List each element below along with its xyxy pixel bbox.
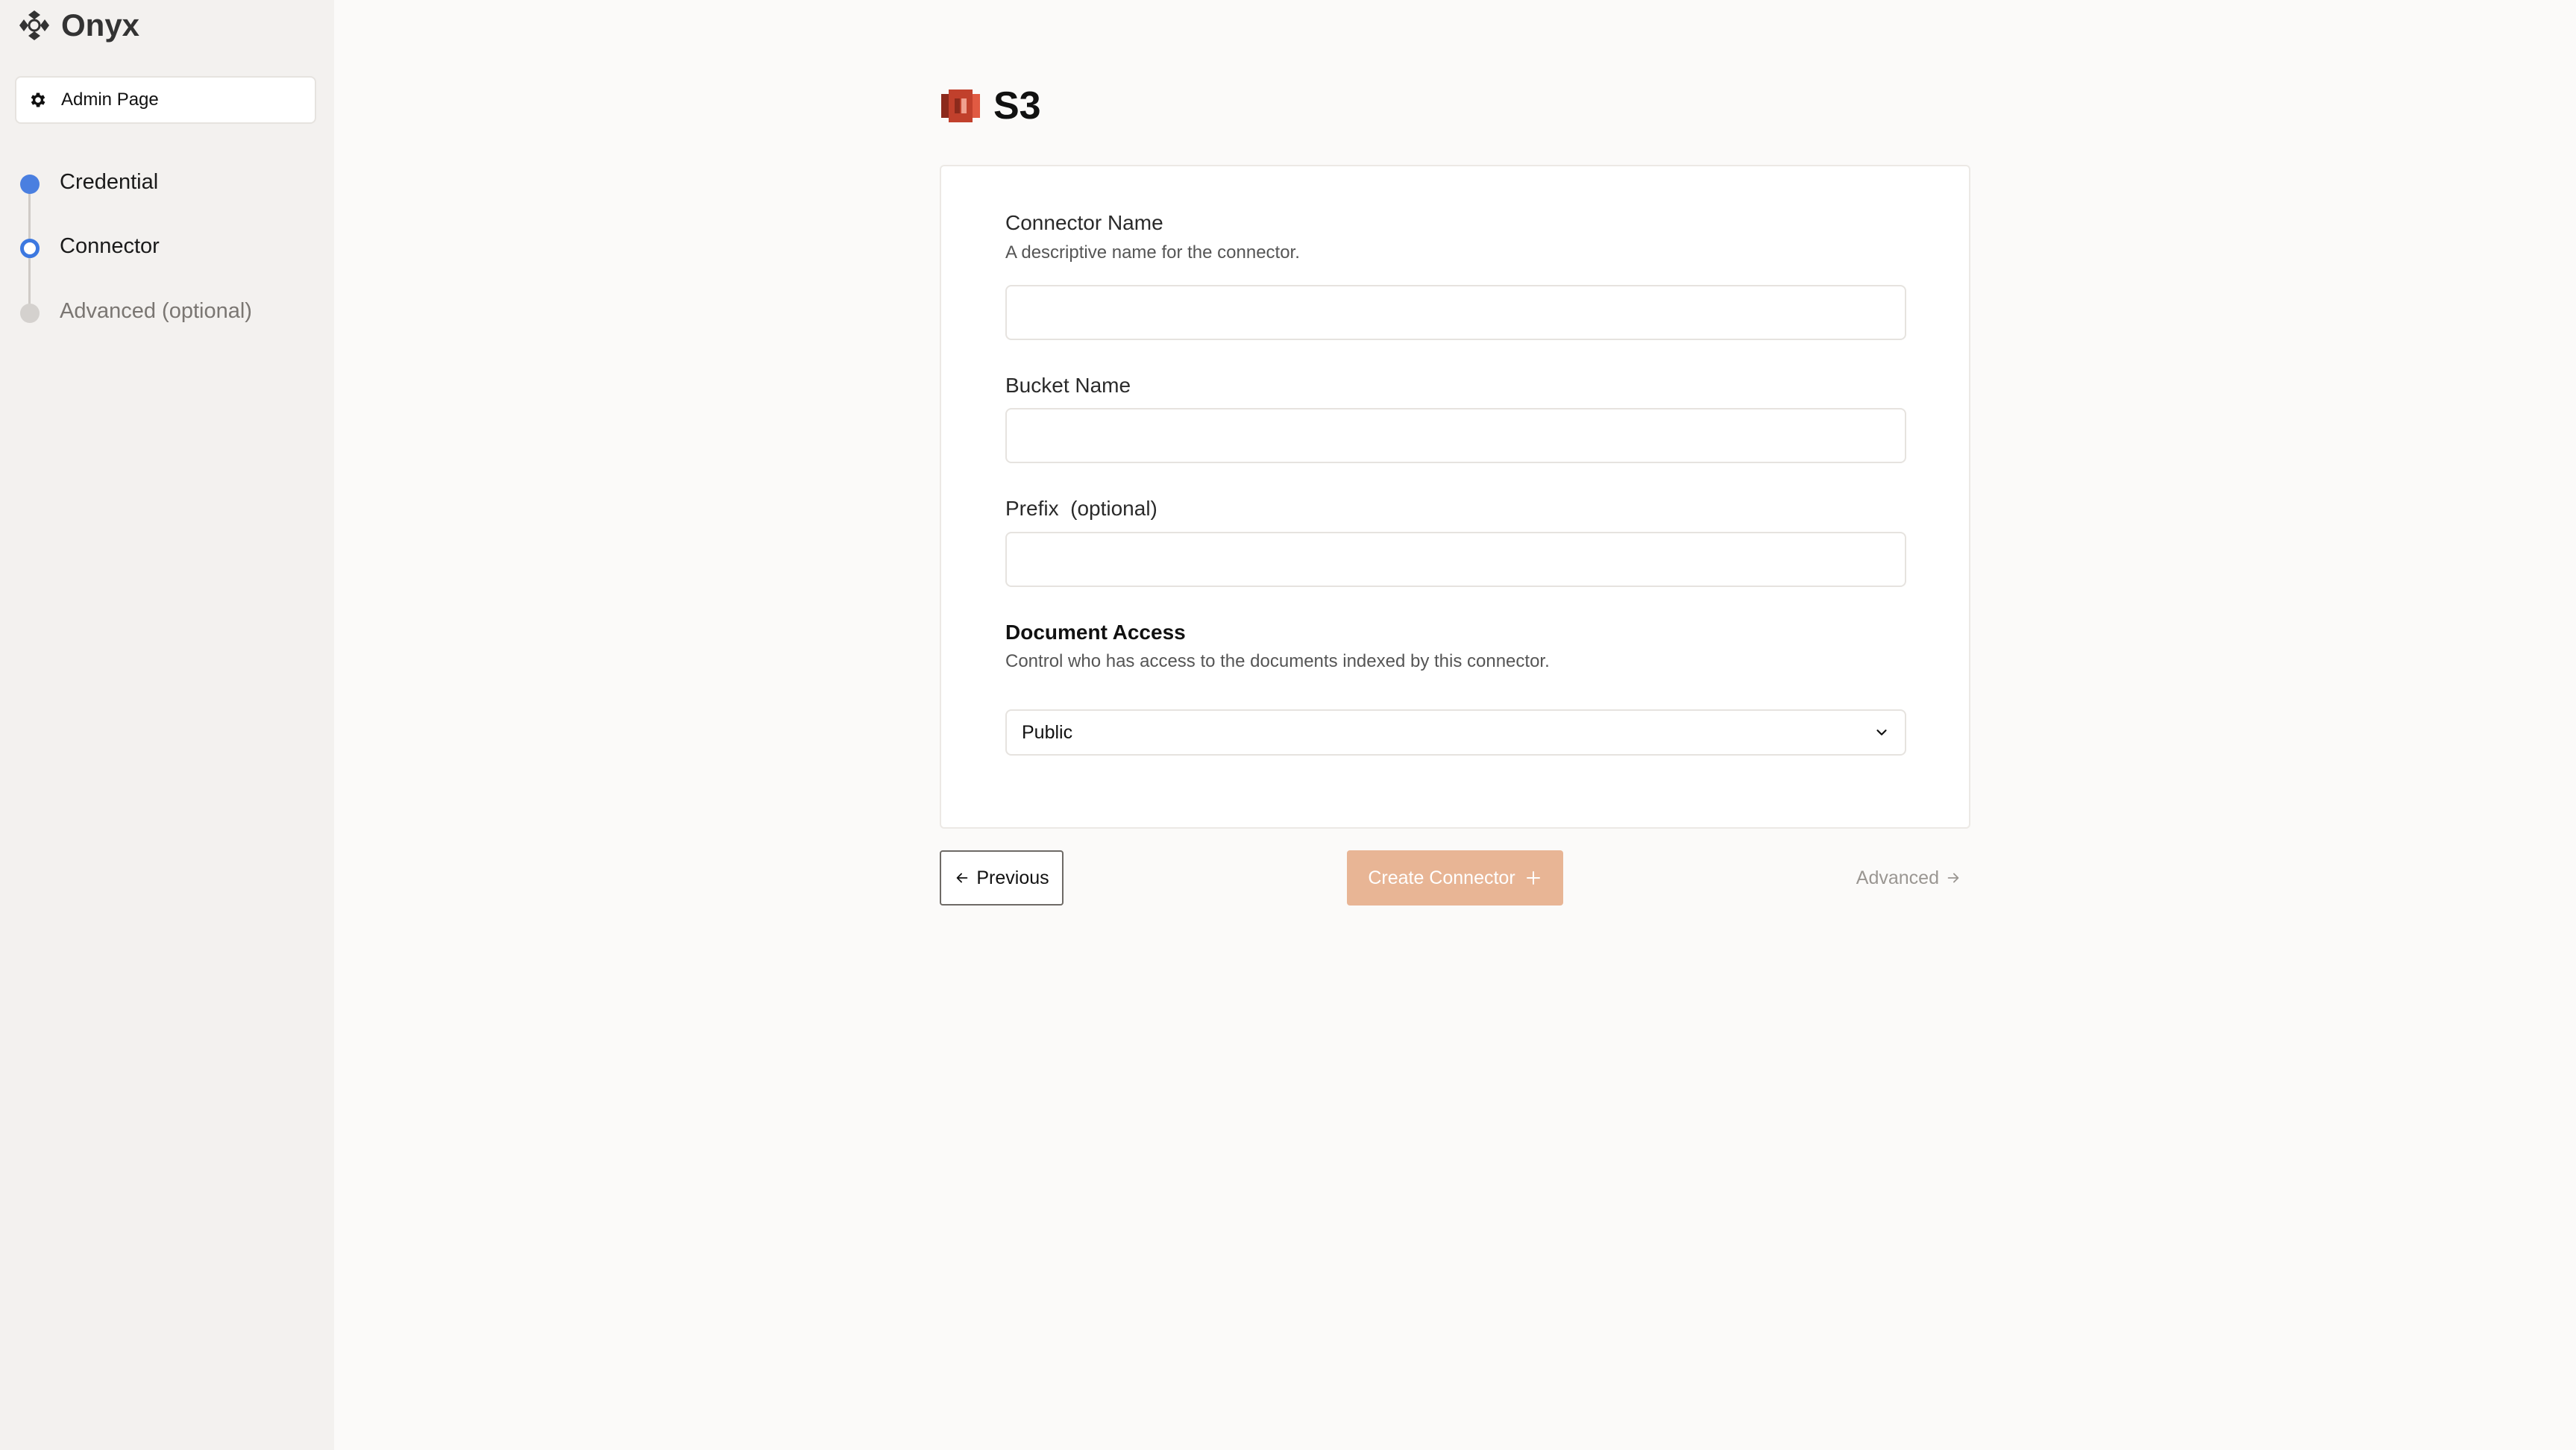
chevron-down-icon (1876, 729, 1887, 735)
step-label: Credential (60, 170, 159, 194)
document-access-selected-value: Public (1022, 721, 1073, 743)
prefix-input[interactable] (1005, 532, 1906, 587)
prefix-optional-label: (optional) (1070, 497, 1157, 520)
step-complete-icon (20, 175, 40, 194)
document-access-description: Control who has access to the documents … (1005, 651, 1550, 671)
step-label: Connector (60, 234, 160, 258)
advanced-button-label: Advanced (1856, 867, 1939, 888)
bucket-name-label: Bucket Name (1005, 374, 1131, 397)
prefix-label: Prefix (optional) (1005, 497, 1157, 521)
admin-page-button[interactable]: Admin Page (15, 76, 316, 124)
gear-icon (31, 92, 45, 107)
bucket-name-input[interactable] (1005, 408, 1906, 463)
sidebar: Onyx Admin Page Credential Connector Adv… (0, 0, 334, 1450)
step-label: Advanced (optional) (60, 299, 252, 323)
step-pending-icon (20, 304, 40, 323)
advanced-button[interactable]: Advanced (1835, 850, 1961, 906)
onyx-logo-icon (19, 10, 49, 40)
arrow-left-icon (957, 873, 968, 883)
prefix-label-text: Prefix (1005, 497, 1059, 520)
create-connector-button[interactable]: Create Connector (1347, 850, 1563, 906)
connector-name-input[interactable] (1005, 285, 1906, 340)
connector-name-label: Connector Name (1005, 211, 1163, 234)
app-name: Onyx (61, 7, 140, 43)
admin-page-label: Admin Page (61, 90, 159, 110)
aws-s3-icon (941, 90, 980, 122)
document-access-select[interactable]: Public (1005, 709, 1906, 756)
page-header: S3 (940, 84, 1041, 128)
connector-form-card: Connector Name A descriptive name for th… (940, 165, 1970, 829)
previous-button[interactable]: Previous (940, 850, 1064, 906)
step-current-icon (20, 239, 40, 258)
document-access-label: Document Access (1005, 621, 1186, 644)
page-title: S3 (993, 84, 1041, 128)
connector-name-description: A descriptive name for the connector. (1005, 242, 1300, 263)
plus-icon (1526, 871, 1540, 885)
create-connector-label: Create Connector (1368, 867, 1515, 888)
app-logo[interactable]: Onyx (18, 7, 139, 43)
previous-button-label: Previous (976, 867, 1049, 888)
arrow-right-icon (1947, 873, 1959, 883)
